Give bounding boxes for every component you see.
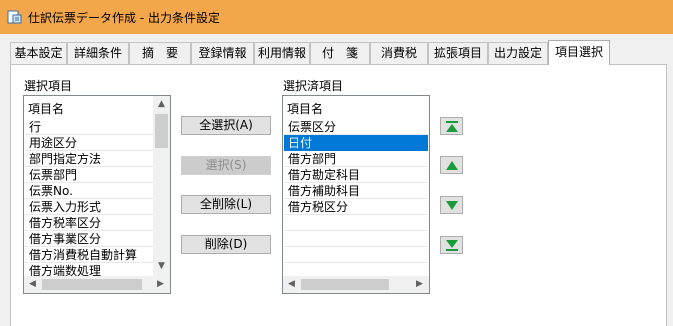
- scroll-left-icon[interactable]: ◀: [26, 278, 39, 291]
- empty-row: [284, 231, 428, 247]
- scroll-left-icon[interactable]: ◀: [285, 278, 298, 291]
- tab-basic[interactable]: 基本設定: [10, 42, 67, 64]
- scroll-right-icon[interactable]: ▶: [413, 278, 426, 291]
- available-vscrollbar[interactable]: ▲ ▼: [153, 96, 170, 276]
- move-up-icon: [446, 161, 458, 170]
- list-item[interactable]: 借方税区分: [284, 199, 428, 215]
- empty-row: [284, 215, 428, 231]
- select-all-button[interactable]: 全選択(A): [181, 116, 271, 135]
- delete-button[interactable]: 削除(D): [181, 235, 271, 254]
- move-up-button[interactable]: [440, 156, 463, 174]
- app-icon: [7, 10, 22, 24]
- list-item[interactable]: 借方勘定科目: [284, 167, 428, 183]
- move-down-button[interactable]: [440, 196, 463, 214]
- list-item[interactable]: 借方税率区分: [25, 215, 153, 231]
- list-item[interactable]: 借方補助科目: [284, 183, 428, 199]
- tab-output[interactable]: 出力設定: [488, 42, 548, 64]
- move-bottom-icon: [446, 240, 458, 251]
- tab-tax[interactable]: 消費税: [370, 42, 428, 64]
- list-item[interactable]: 借方部門: [284, 151, 428, 167]
- window-title: 仕訳伝票データ作成 - 出力条件設定: [28, 11, 220, 25]
- selected-hscroll-thumb[interactable]: [301, 279, 389, 290]
- move-top-icon: [446, 121, 458, 132]
- move-top-button[interactable]: [440, 117, 463, 135]
- list-item-selected[interactable]: 日付: [284, 135, 428, 151]
- list-item[interactable]: 伝票入力形式: [25, 199, 153, 215]
- empty-row: [284, 247, 428, 263]
- move-down-icon: [446, 201, 458, 210]
- select-button[interactable]: 選択(S): [181, 156, 271, 175]
- tab-sticky[interactable]: 付 箋: [310, 42, 370, 64]
- selected-label: 選択済項目: [283, 79, 344, 93]
- scroll-down-icon[interactable]: ▼: [155, 260, 168, 273]
- selected-list[interactable]: 項目名 伝票区分 日付 借方部門 借方勘定科目 借方補助科目 借方税区分 ◀ ▶: [282, 95, 430, 294]
- scroll-up-icon[interactable]: ▲: [155, 98, 168, 111]
- scroll-right-icon[interactable]: ▶: [154, 278, 167, 291]
- list-item[interactable]: 借方事業区分: [25, 231, 153, 247]
- title-bar: 仕訳伝票データ作成 - 出力条件設定: [0, 0, 673, 34]
- list-item[interactable]: 行: [25, 119, 153, 135]
- list-item[interactable]: 伝票区分: [284, 119, 428, 135]
- available-column-header: 項目名: [28, 102, 65, 116]
- tab-detail[interactable]: 詳細条件: [67, 42, 129, 64]
- tab-item-selection[interactable]: 項目選択: [548, 40, 610, 65]
- selected-hscrollbar[interactable]: ◀ ▶: [283, 276, 429, 293]
- available-hscroll-thumb[interactable]: [42, 279, 142, 290]
- move-bottom-button[interactable]: [440, 236, 463, 254]
- available-vscroll-thumb[interactable]: [155, 114, 168, 148]
- list-item[interactable]: 用途区分: [25, 135, 153, 151]
- selected-column-header: 項目名: [287, 102, 324, 116]
- list-item[interactable]: 伝票No.: [25, 183, 153, 199]
- available-hscrollbar[interactable]: ◀ ▶: [24, 276, 170, 293]
- list-item[interactable]: 部門指定方法: [25, 151, 153, 167]
- tab-extended[interactable]: 拡張項目: [428, 42, 488, 64]
- list-item[interactable]: 伝票部門: [25, 167, 153, 183]
- available-list[interactable]: 項目名 行 用途区分 部門指定方法 伝票部門 伝票No. 伝票入力形式 借方税率…: [23, 95, 171, 294]
- tab-registration[interactable]: 登録情報: [191, 42, 254, 64]
- delete-all-button[interactable]: 全削除(L): [181, 195, 271, 214]
- tab-usage[interactable]: 利用情報: [254, 42, 310, 64]
- list-item[interactable]: 借方消費税自動計算: [25, 247, 153, 263]
- tab-summary[interactable]: 摘 要: [129, 42, 191, 64]
- available-label: 選択項目: [24, 79, 73, 93]
